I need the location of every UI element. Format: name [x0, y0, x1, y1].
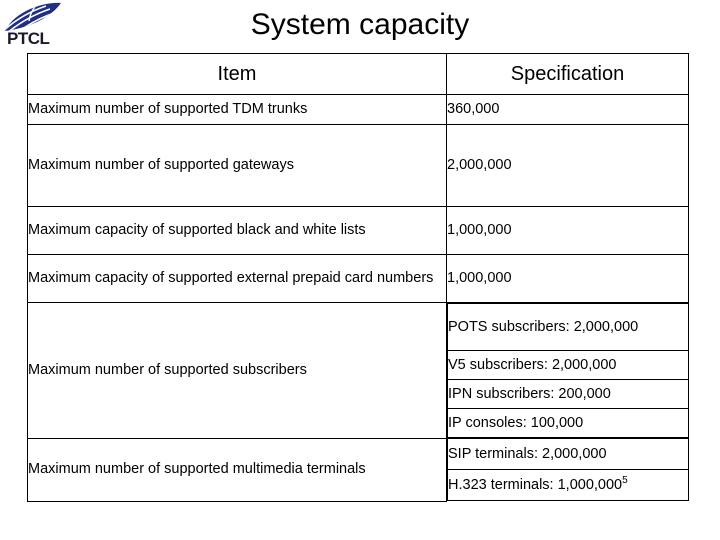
- table-row: Maximum capacity of supported external p…: [27, 254, 689, 303]
- row-label-prepaid-cards: Maximum capacity of supported external p…: [27, 254, 447, 303]
- spec-line-h323-terminals: H.323 terminals: 1,000,0005: [447, 469, 689, 501]
- row-label-gateways: Maximum number of supported gateways: [27, 124, 447, 207]
- row-value-multimedia-group: SIP terminals: 2,000,000 H.323 terminals…: [447, 438, 689, 501]
- spec-line-sip-terminals: SIP terminals: 2,000,000: [447, 438, 689, 470]
- table-row: Maximum number of supported multimedia t…: [27, 437, 689, 502]
- table-row: Maximum number of supported TDM trunks 3…: [27, 94, 689, 125]
- row-value-black-white-lists: 1,000,000: [446, 206, 689, 255]
- spec-line-ipn-subscribers: IPN subscribers: 200,000: [447, 379, 689, 409]
- table-row: Maximum number of supported gateways 2,0…: [27, 124, 689, 207]
- system-capacity-table: Item Specification Maximum number of sup…: [27, 53, 689, 502]
- row-value-subscribers-group: POTS subscribers: 2,000,000 V5 subscribe…: [447, 303, 689, 438]
- column-header-item: Item: [27, 53, 447, 95]
- table-row: Maximum capacity of supported black and …: [27, 206, 689, 255]
- row-label-tdm-trunks: Maximum number of supported TDM trunks: [27, 94, 447, 125]
- spec-line-ip-consoles: IP consoles: 100,000: [447, 408, 689, 438]
- row-label-black-white-lists: Maximum capacity of supported black and …: [27, 206, 447, 255]
- spec-line-v5-subscribers: V5 subscribers: 2,000,000: [447, 350, 689, 380]
- slide-number: 5: [622, 474, 628, 486]
- spec-line-pots-subscribers: POTS subscribers: 2,000,000: [447, 303, 689, 351]
- table-row: Maximum number of supported subscribers …: [27, 302, 689, 439]
- row-value-tdm-trunks: 360,000: [446, 94, 689, 125]
- row-label-subscribers: Maximum number of supported subscribers: [27, 302, 447, 439]
- row-label-multimedia-terminals: Maximum number of supported multimedia t…: [27, 437, 447, 502]
- spec-line-h323-terminals-text: H.323 terminals: 1,000,000: [448, 476, 623, 493]
- row-value-prepaid-cards: 1,000,000: [446, 254, 689, 303]
- column-header-specification: Specification: [446, 53, 689, 95]
- row-value-gateways: 2,000,000: [446, 124, 689, 207]
- table-header-row: Item Specification: [27, 53, 689, 95]
- slide-title: System capacity: [250, 8, 470, 41]
